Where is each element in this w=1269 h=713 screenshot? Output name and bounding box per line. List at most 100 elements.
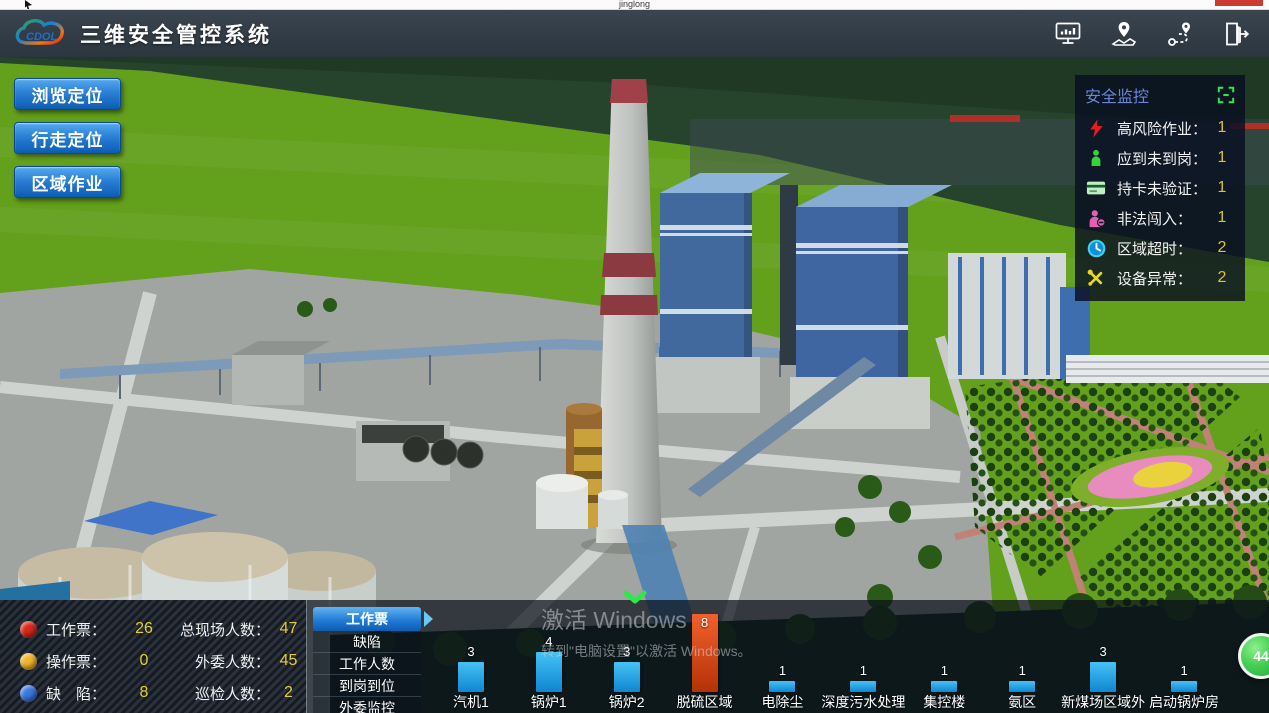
page-title: 三维安全管控系统 [80, 19, 272, 49]
bar-group[interactable]: 4锅炉1 [510, 600, 588, 712]
stat-label: 巡检人数： [170, 683, 270, 704]
bar-value-label: 1 [860, 663, 867, 678]
tab-缺陷[interactable]: 缺陷 [313, 631, 421, 653]
bar: 3 [458, 662, 484, 693]
clock-icon [1075, 239, 1117, 258]
bar-group[interactable]: 1氨区 [983, 600, 1061, 712]
browser-speed-badge[interactable]: 44 [1238, 633, 1269, 679]
security-item-label: 持卡未验证： [1117, 178, 1207, 199]
corner-brackets-icon[interactable] [1217, 86, 1235, 104]
bar-value-label: 3 [623, 644, 630, 659]
bar: 3 [1090, 662, 1116, 693]
security-item-value: 1 [1207, 119, 1237, 137]
bar: 1 [1009, 681, 1035, 693]
bar-category-label: 启动锅炉房 [1149, 692, 1219, 712]
bar: 1 [1171, 681, 1197, 693]
security-item-label: 区域超时： [1117, 238, 1207, 259]
ticket-stats-panel: 工作票：26总现场人数：47操作票：0外委人数：45缺 陷：8巡检人数：2 [0, 600, 307, 713]
person-icon [1075, 149, 1117, 167]
security-item-label: 高风险作业： [1117, 118, 1207, 139]
bar-category-label: 锅炉1 [531, 692, 567, 712]
stat-dot [20, 685, 37, 702]
app-logo-icon: CDOL [14, 16, 66, 52]
security-item[interactable]: 设备异常：2 [1075, 263, 1245, 293]
security-item[interactable]: 持卡未验证：1 [1075, 173, 1245, 203]
bar-value-label: 1 [941, 663, 948, 678]
stat-label: 总现场人数： [170, 619, 270, 640]
security-item-value: 2 [1207, 269, 1237, 287]
bar-category-label: 深度污水处理 [821, 692, 905, 712]
bar-category-label: 汽机1 [453, 692, 489, 712]
tab-到岗到位[interactable]: 到岗到位 [313, 675, 421, 697]
security-item-value: 1 [1207, 209, 1237, 227]
browser-close-button[interactable] [1215, 0, 1263, 6]
id-card-icon [1075, 180, 1117, 196]
bar: 8 [692, 614, 718, 692]
bar-category-label: 氨区 [1008, 692, 1036, 712]
stat-value: 0 [118, 652, 170, 670]
left-nav: 浏览定位行走定位区域作业 [14, 78, 121, 198]
bar-group[interactable]: 1启动锅炉房 [1145, 600, 1223, 712]
stat-value: 45 [270, 652, 307, 670]
stat-value: 2 [270, 684, 307, 702]
bar: 1 [769, 681, 795, 693]
tab-工作票[interactable]: 工作票 [313, 607, 421, 631]
route-track-icon[interactable] [1165, 19, 1195, 49]
bar-group[interactable]: 1 深度污水处理 [821, 600, 905, 712]
security-item[interactable]: 区域超时：2 [1075, 233, 1245, 263]
svg-text:CDOL: CDOL [26, 31, 57, 43]
stat-value: 8 [118, 684, 170, 702]
stat-value: 47 [270, 620, 307, 638]
bar-category-label: 锅炉2 [609, 692, 645, 712]
bar-category-label: 集控楼 [923, 692, 965, 712]
bar-value-label: 3 [1100, 644, 1107, 659]
security-item-label: 设备异常： [1117, 268, 1207, 289]
tools-icon [1075, 268, 1117, 288]
bar: 4 [536, 652, 562, 692]
bar: 3 [614, 662, 640, 693]
badge-value: 44 [1253, 648, 1269, 664]
browser-tab-title: jinglong [0, 0, 1269, 9]
nav-button-1[interactable]: 行走定位 [14, 122, 121, 154]
bar-group[interactable]: 8 脱硫区域 [666, 600, 744, 712]
bar-value-label: 4 [545, 634, 552, 649]
security-panel-title: 安全监控 [1085, 83, 1149, 107]
header-toolbar [1053, 10, 1251, 57]
bar-group[interactable]: 3汽机1 [432, 600, 510, 712]
app-root: { "browser": { "tab_title": "jinglong" }… [0, 0, 1269, 713]
tab-外委监控[interactable]: 外委监控 [313, 697, 421, 713]
stat-row: 操作票：0外委人数：45 [0, 645, 306, 677]
area-bar-chart: 3汽机14锅炉13锅炉28脱硫区域1电除尘1深度污水处理1集控楼1氨区3新煤场区… [432, 600, 1223, 712]
bar-group[interactable]: 1电除尘 [744, 600, 822, 712]
stat-dot [20, 621, 37, 638]
bar-category-label: 脱硫区域 [677, 692, 733, 712]
map-locate-icon[interactable] [1109, 19, 1139, 49]
security-item-label: 非法闯入： [1117, 208, 1207, 229]
security-item-value: 2 [1207, 239, 1237, 257]
stat-dot [20, 653, 37, 670]
bottom-tab-menu: 工作票缺陷工作人数到岗到位外委监控 [313, 607, 421, 713]
security-item[interactable]: 非法闯入：1 [1075, 203, 1245, 233]
bar-group[interactable]: 3锅炉2 [588, 600, 666, 712]
nav-button-0[interactable]: 浏览定位 [14, 78, 121, 110]
intruder-icon [1075, 209, 1117, 228]
dashboard-monitor-icon[interactable] [1053, 19, 1083, 49]
lightning-icon [1075, 119, 1117, 138]
bar-group[interactable]: 1 集控楼 [905, 600, 983, 712]
bar-value-label: 1 [1019, 663, 1026, 678]
tab-工作人数[interactable]: 工作人数 [313, 653, 421, 675]
security-item[interactable]: 应到未到岗：1 [1075, 143, 1245, 173]
stat-label: 工作票： [46, 619, 118, 640]
bar-value-label: 1 [779, 663, 786, 678]
security-item-label: 应到未到岗： [1117, 148, 1207, 169]
stat-value: 26 [118, 620, 170, 638]
stat-label: 外委人数： [170, 651, 270, 672]
bar-value-label: 8 [701, 615, 708, 630]
logout-door-icon[interactable] [1221, 19, 1251, 49]
bar-group[interactable]: 3新煤场区域外 [1061, 600, 1145, 712]
bar-category-label: 新煤场区域外 [1061, 692, 1145, 712]
nav-button-2[interactable]: 区域作业 [14, 166, 121, 198]
stat-label: 操作票： [46, 651, 118, 672]
security-item[interactable]: 高风险作业：1 [1075, 113, 1245, 143]
security-item-value: 1 [1207, 149, 1237, 167]
